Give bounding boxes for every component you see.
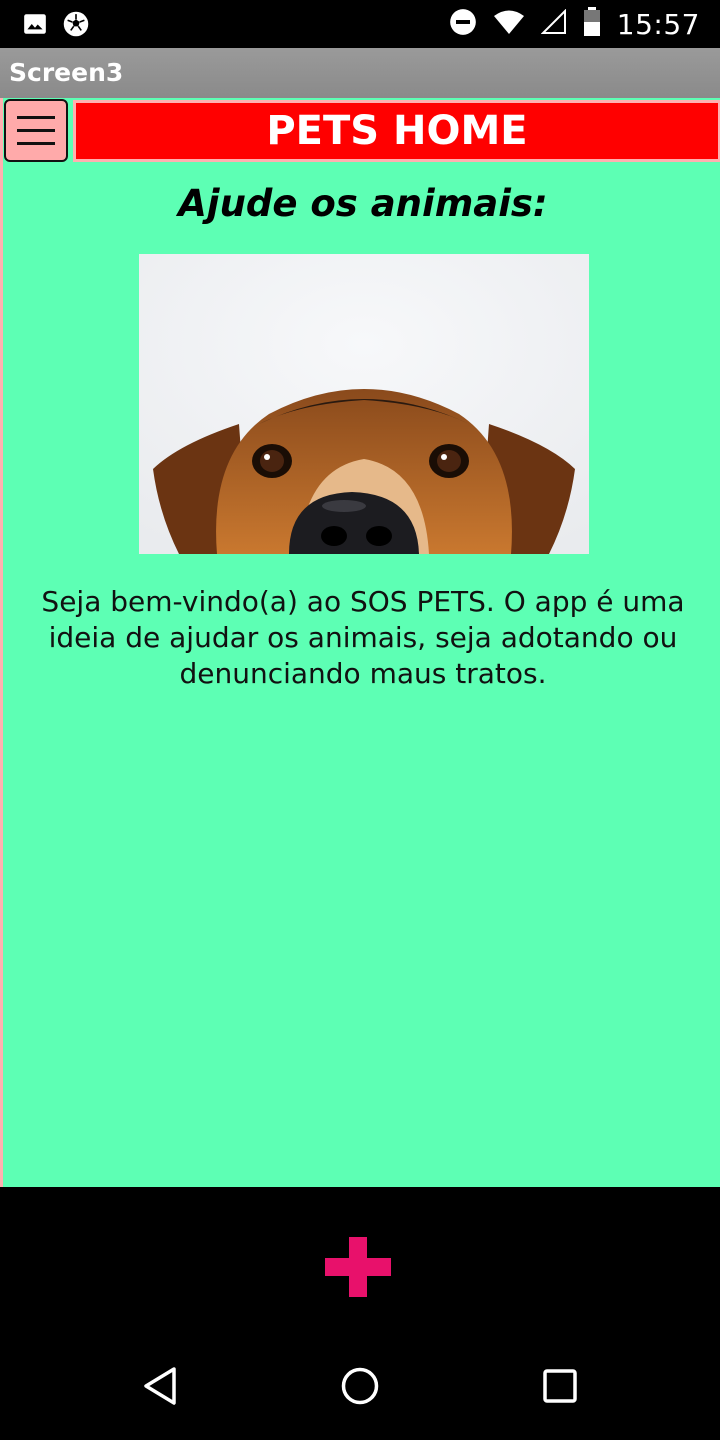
do-not-disturb-icon [449,8,477,41]
welcome-text: Seja bem-vindo(a) ao SOS PETS. O app é u… [41,585,685,690]
home-button[interactable] [330,1337,390,1440]
status-bar: 15:57 [0,0,720,48]
page-title: PETS HOME [73,100,720,162]
battery-icon [583,6,601,42]
back-icon [142,1366,178,1411]
wifi-icon [493,9,525,40]
navigation-bar [0,1337,720,1440]
header-row: PETS HOME [3,98,720,166]
clock: 15:57 [616,7,700,41]
screen-title: Screen3 [9,58,124,87]
recents-button[interactable] [530,1337,590,1440]
app-title-bar: Screen3 [0,48,720,98]
add-button[interactable] [325,1237,391,1297]
dog-peeking-photo [139,254,589,554]
menu-button[interactable] [4,99,68,162]
main-content: PETS HOME Ajude os animais: Seja bem-vin… [0,98,720,1187]
soccer-ball-icon [62,10,90,43]
signal-icon [540,8,567,40]
home-icon [340,1366,380,1411]
recents-icon [542,1368,578,1409]
back-button[interactable] [130,1337,190,1440]
bottom-bar [0,1187,720,1337]
image-icon [22,11,48,42]
section-heading: Ajude os animais: [178,182,548,225]
